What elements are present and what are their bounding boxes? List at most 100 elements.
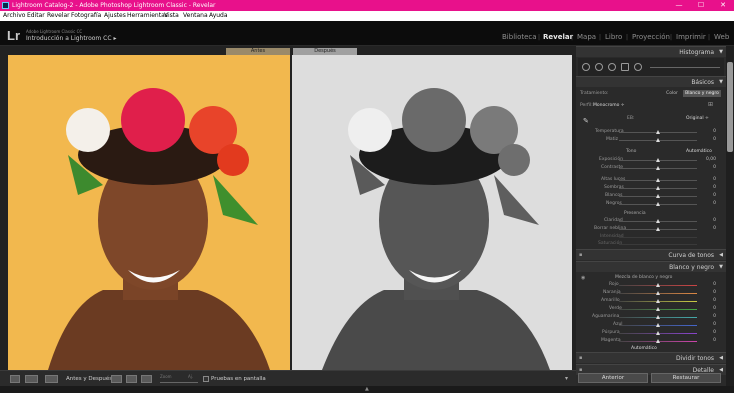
menu-vista[interactable]: Vista bbox=[164, 11, 179, 21]
shadows-value[interactable]: 0 bbox=[713, 185, 716, 190]
bw-aqua-slider[interactable] bbox=[619, 315, 697, 319]
bw-green-slider[interactable] bbox=[619, 307, 697, 311]
loupe-view-button[interactable] bbox=[10, 375, 20, 383]
tone-section-label: Tono bbox=[626, 149, 637, 154]
module-biblioteca[interactable]: Biblioteca bbox=[502, 33, 537, 41]
bw-purple-value[interactable]: 0 bbox=[713, 330, 716, 335]
wb-value[interactable]: Original ÷ bbox=[686, 116, 709, 121]
module-libro[interactable]: Libro bbox=[605, 33, 622, 41]
tone-auto-button[interactable]: Automático bbox=[686, 149, 712, 154]
bw-blue-slider[interactable] bbox=[619, 323, 697, 327]
treatment-color[interactable]: Color bbox=[662, 90, 682, 97]
blacks-value[interactable]: 0 bbox=[713, 201, 716, 206]
blacks-slider[interactable] bbox=[619, 202, 697, 206]
close-button[interactable]: ✕ bbox=[712, 0, 734, 11]
split-toning-header[interactable]: ▪ Dividir tonos ◀ bbox=[576, 352, 726, 363]
menu-fotografia[interactable]: Fotografía bbox=[71, 11, 101, 21]
bw-purple-slider[interactable] bbox=[619, 331, 697, 335]
scrollbar-thumb[interactable] bbox=[727, 62, 733, 152]
catalog-title[interactable]: Introducción a Lightroom CC ▸ bbox=[26, 35, 116, 42]
histogram-collapse-icon: ▼ bbox=[719, 49, 723, 55]
menu-archivo[interactable]: Archivo bbox=[3, 11, 25, 21]
split-toning-toggle-icon[interactable]: ▪ bbox=[579, 353, 582, 364]
reset-button[interactable]: Restaurar bbox=[651, 373, 721, 383]
radial-filter-icon[interactable] bbox=[634, 63, 642, 71]
proofing-checkbox[interactable] bbox=[203, 376, 209, 382]
module-mapa[interactable]: Mapa bbox=[577, 33, 596, 41]
dehaze-value[interactable]: 0 bbox=[713, 226, 716, 231]
bw-orange-value[interactable]: 0 bbox=[713, 290, 716, 295]
after-photo[interactable] bbox=[292, 55, 572, 370]
filmstrip-toggle-icon[interactable]: ▲ bbox=[365, 386, 369, 392]
bw-magenta-slider[interactable] bbox=[619, 339, 697, 343]
menu-ventana[interactable]: Ventana bbox=[183, 11, 208, 21]
bw-auto-button[interactable]: Automático bbox=[631, 346, 657, 351]
whites-slider[interactable] bbox=[619, 194, 697, 198]
wb-eyedropper-icon[interactable]: ✎ bbox=[583, 117, 589, 125]
menu-revelar[interactable]: Revelar bbox=[47, 11, 70, 21]
profile-browser-icon[interactable]: ⊞ bbox=[708, 101, 713, 108]
brush-slider[interactable] bbox=[650, 67, 720, 68]
clarity-slider[interactable] bbox=[619, 219, 697, 223]
previous-button[interactable]: Anterior bbox=[578, 373, 648, 383]
tint-value[interactable]: 0 bbox=[713, 137, 716, 142]
bw-target-adjust-icon[interactable]: ◉ bbox=[581, 275, 585, 281]
tint-slider[interactable] bbox=[619, 138, 697, 142]
dehaze-slider[interactable] bbox=[619, 227, 697, 231]
bw-yellow-value[interactable]: 0 bbox=[713, 298, 716, 303]
menu-editar[interactable]: Editar bbox=[27, 11, 45, 21]
copy-after-to-before-button[interactable] bbox=[126, 375, 137, 383]
bw-magenta-value[interactable]: 0 bbox=[713, 338, 716, 343]
zoom-slider[interactable] bbox=[160, 382, 198, 383]
module-imprimir[interactable]: Imprimir bbox=[676, 33, 706, 41]
toolbar-menu-arrow-icon[interactable]: ▾ bbox=[565, 375, 568, 382]
after-photo-image bbox=[292, 55, 572, 370]
clarity-value[interactable]: 0 bbox=[713, 218, 716, 223]
tone-curve-toggle-icon[interactable]: ▪ bbox=[579, 250, 582, 261]
spot-removal-icon[interactable] bbox=[595, 63, 603, 71]
minimize-button[interactable]: — bbox=[668, 0, 690, 11]
highlights-value[interactable]: 0 bbox=[713, 177, 716, 182]
bw-mix-title: Mezcla de blanco y negro bbox=[615, 275, 673, 280]
bw-yellow-slider[interactable] bbox=[619, 299, 697, 303]
before-after-menu-button[interactable] bbox=[45, 375, 58, 383]
module-proyeccion[interactable]: Proyección bbox=[632, 33, 670, 41]
bw-red-slider[interactable] bbox=[619, 283, 697, 287]
treatment-bw[interactable]: Blanco y negro bbox=[683, 90, 721, 97]
presence-section-label: Presencia bbox=[624, 211, 646, 216]
before-after-left-right-button[interactable] bbox=[25, 375, 38, 383]
tone-curve-header[interactable]: ▪ Curva de tonos ◀ bbox=[576, 249, 726, 260]
copy-before-to-after-button[interactable] bbox=[111, 375, 122, 383]
whites-value[interactable]: 0 bbox=[713, 193, 716, 198]
menu-herramientas[interactable]: Herramientas bbox=[127, 11, 168, 21]
bw-aqua-value[interactable]: 0 bbox=[713, 314, 716, 319]
lr-logo: Lr bbox=[7, 28, 20, 43]
menu-ajustes[interactable]: Ajustes bbox=[104, 11, 126, 21]
contrast-slider[interactable] bbox=[619, 166, 697, 170]
profile-value[interactable]: Monocromo ÷ bbox=[593, 103, 625, 108]
highlights-slider[interactable] bbox=[619, 178, 697, 182]
bw-header[interactable]: Blanco y negro ▼ bbox=[576, 261, 726, 272]
shadows-slider[interactable] bbox=[619, 186, 697, 190]
before-photo[interactable] bbox=[8, 55, 290, 370]
module-web[interactable]: Web bbox=[714, 33, 729, 41]
bw-blue-value[interactable]: 0 bbox=[713, 322, 716, 327]
basic-title: Básicos bbox=[691, 79, 714, 86]
crop-tool-icon[interactable] bbox=[582, 63, 590, 71]
maximize-button[interactable]: ☐ bbox=[690, 0, 712, 11]
exposure-slider[interactable] bbox=[619, 158, 697, 162]
contrast-value[interactable]: 0 bbox=[713, 165, 716, 170]
histogram-header[interactable]: Histograma ▼ bbox=[576, 46, 726, 57]
bw-green-value[interactable]: 0 bbox=[713, 306, 716, 311]
module-revelar[interactable]: Revelar bbox=[543, 33, 573, 41]
graduated-filter-icon[interactable] bbox=[621, 63, 629, 71]
swap-before-after-button[interactable] bbox=[141, 375, 152, 383]
bw-red-value[interactable]: 0 bbox=[713, 282, 716, 287]
temperature-slider[interactable] bbox=[619, 130, 697, 134]
bw-orange-slider[interactable] bbox=[619, 291, 697, 295]
red-eye-icon[interactable] bbox=[608, 63, 616, 71]
basic-header[interactable]: Básicos ▼ bbox=[576, 76, 726, 87]
menu-ayuda[interactable]: Ayuda bbox=[209, 11, 228, 21]
exposure-value[interactable]: 0,00 bbox=[706, 157, 716, 162]
temperature-value[interactable]: 0 bbox=[713, 129, 716, 134]
